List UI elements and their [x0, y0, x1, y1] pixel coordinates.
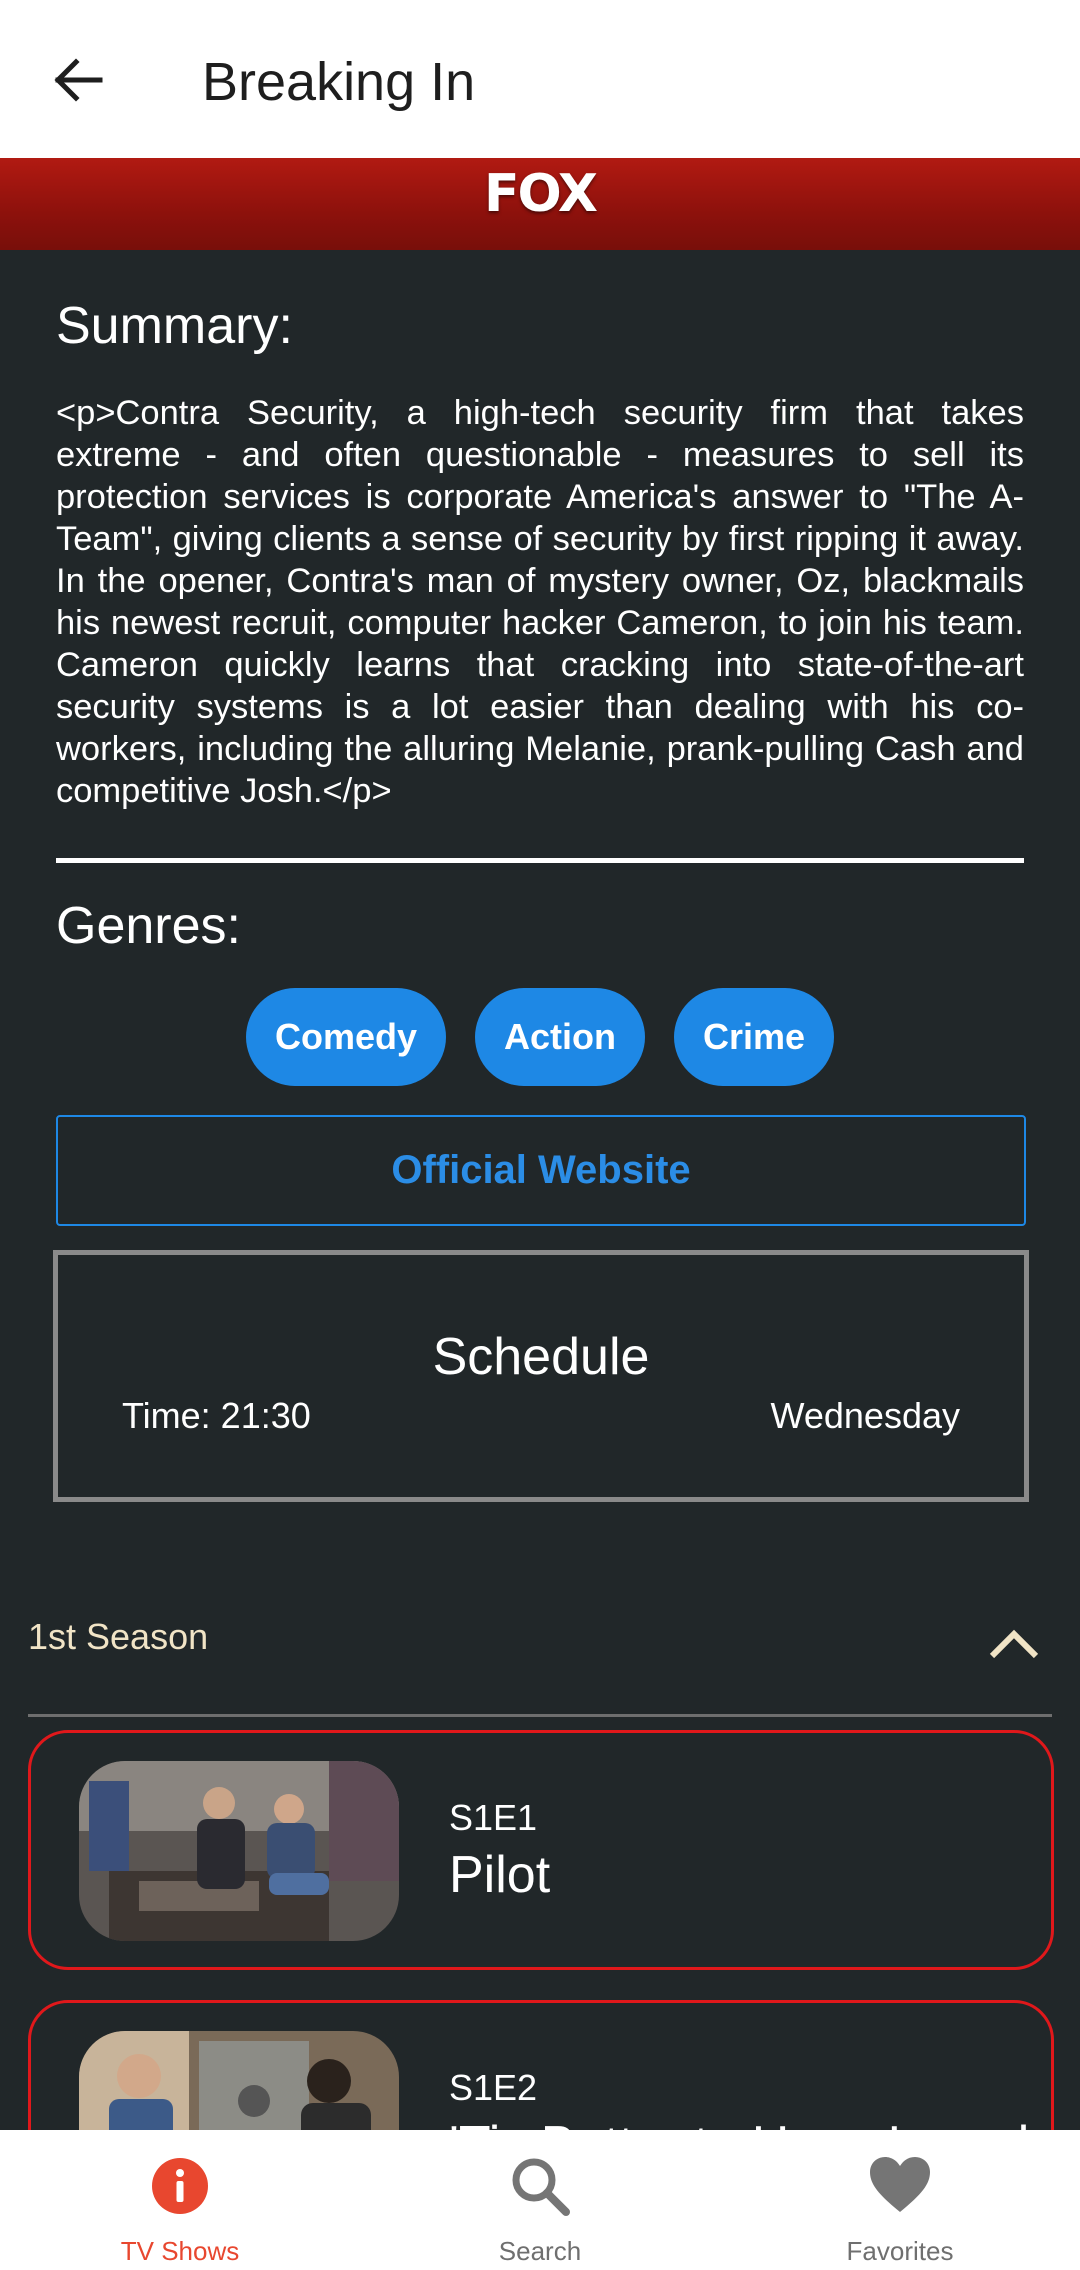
chevron-up-icon[interactable] [984, 1618, 1044, 1666]
genres-heading: Genres: [56, 897, 241, 955]
genre-chip-action[interactable]: Action [474, 988, 645, 1086]
episode-title: Pilot [449, 1846, 551, 1904]
schedule-time: Time: 21:30 [122, 1395, 311, 1436]
season-label: 1st Season [28, 1616, 209, 1657]
page-title: Breaking In [202, 52, 476, 112]
episode-thumbnail [79, 1761, 399, 1941]
nav-search[interactable]: Search [360, 2130, 720, 2270]
bottom-navigation: TV Shows Search Favorites [0, 2130, 1080, 2270]
section-divider [56, 858, 1024, 863]
genre-chip-list: Comedy Action Crime [0, 988, 1080, 1086]
app-bar: Breaking In [0, 0, 1080, 158]
back-button[interactable] [40, 42, 116, 118]
official-website-button[interactable]: Official Website [56, 1115, 1026, 1226]
search-icon [512, 2158, 570, 2216]
genre-chip-comedy[interactable]: Comedy [245, 988, 446, 1086]
episode-code: S1E1 [449, 1797, 538, 1838]
season-divider [28, 1714, 1052, 1717]
heart-icon [870, 2157, 930, 2212]
season-header[interactable]: 1st Season [28, 1600, 1052, 1714]
info-icon [152, 2158, 208, 2214]
schedule-title: Schedule [432, 1328, 650, 1386]
arrow-back-icon [54, 58, 103, 102]
nav-label: Search [498, 2236, 582, 2266]
nav-favorites[interactable]: Favorites [720, 2130, 1080, 2270]
episode-card[interactable]: S1E1 Pilot [28, 1730, 1054, 1970]
schedule-box: Schedule Time: 21:30 Wednesday [53, 1250, 1029, 1502]
nav-label: TV Shows [120, 2236, 240, 2266]
episode-code: S1E2 [449, 2067, 538, 2108]
summary-heading: Summary: [56, 297, 293, 355]
nav-tv-shows[interactable]: TV Shows [0, 2130, 360, 2270]
network-banner: FOX [0, 158, 1080, 250]
network-logo: FOX [484, 164, 598, 224]
nav-label: Favorites [846, 2236, 954, 2266]
genre-chip-crime[interactable]: Crime [673, 988, 835, 1086]
schedule-day: Wednesday [770, 1395, 960, 1436]
summary-text: <p>Contra Security, a high-tech security… [56, 394, 1024, 810]
